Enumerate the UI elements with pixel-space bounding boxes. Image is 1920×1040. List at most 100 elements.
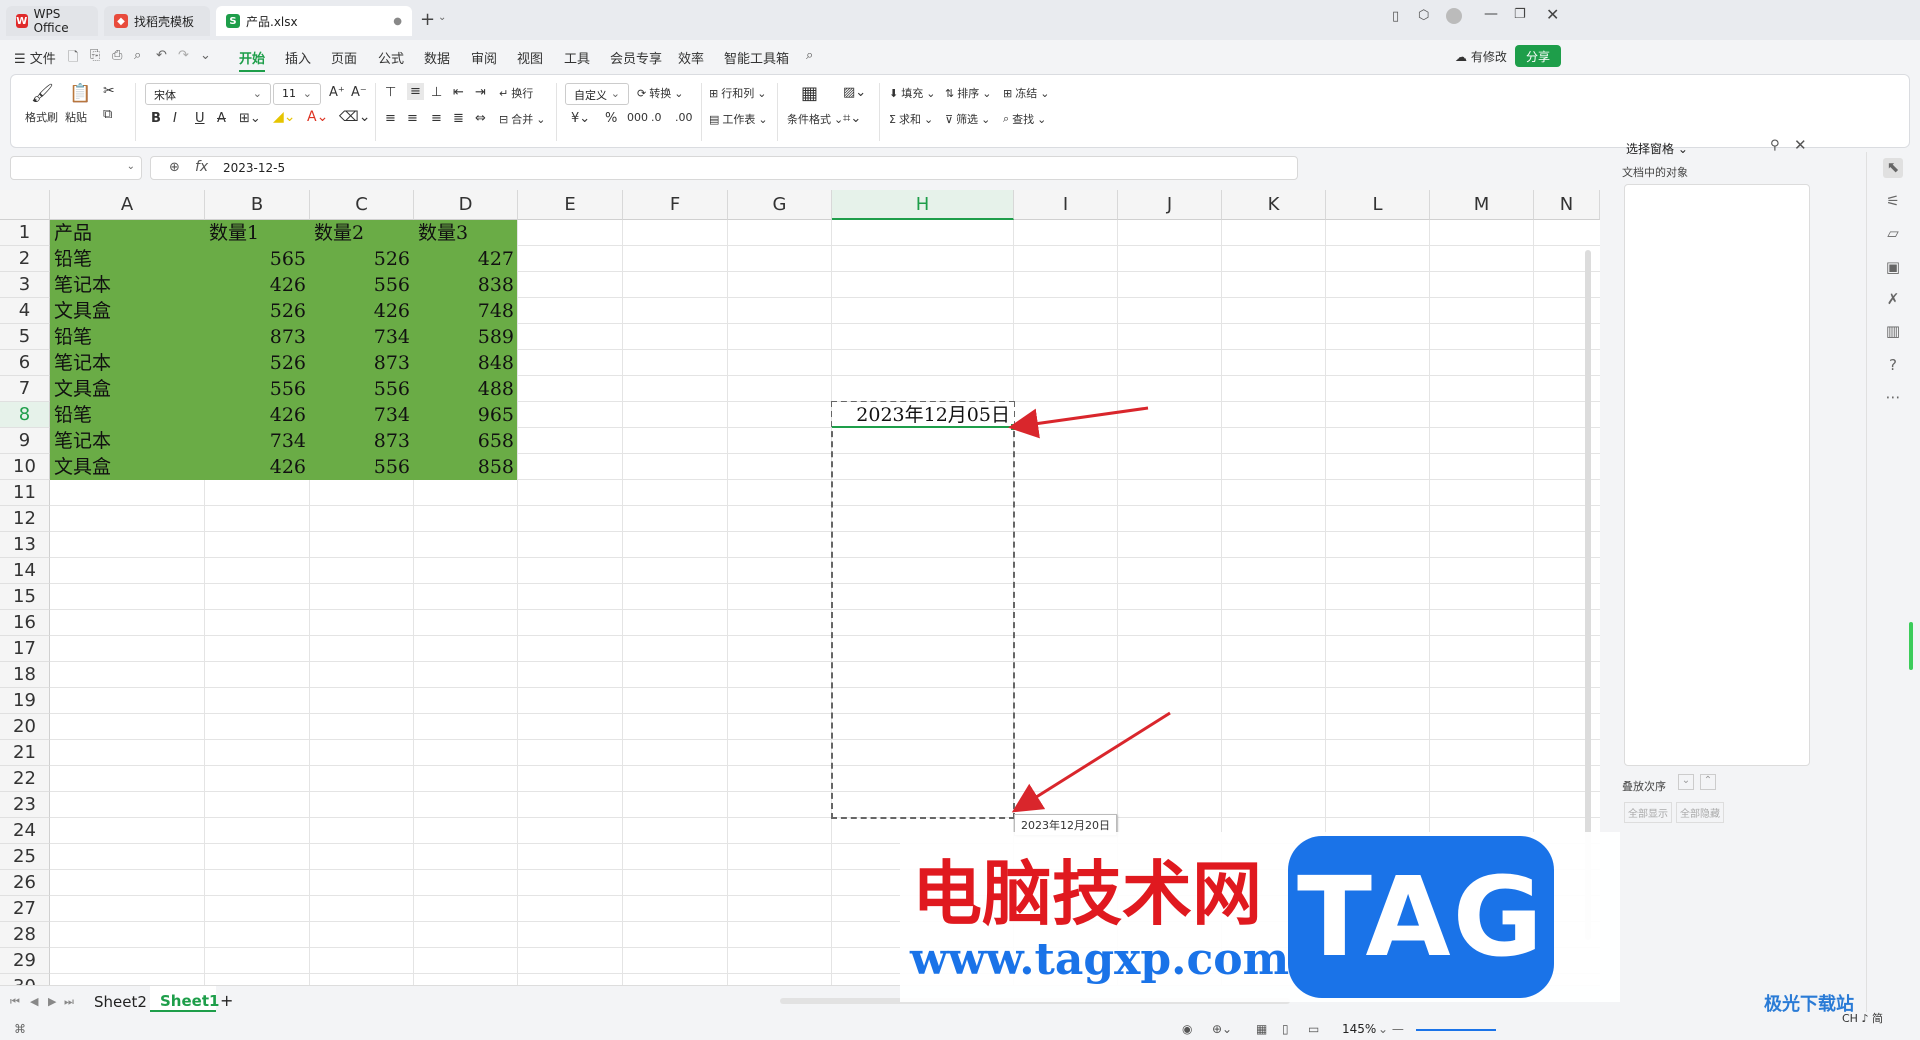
align-middle-icon[interactable]: ≡ — [407, 83, 424, 100]
table-style-icon[interactable]: ⌗⌄ — [843, 111, 861, 126]
menu-home[interactable]: 开始 — [239, 48, 266, 72]
table-cell[interactable]: 文具盒 — [54, 376, 205, 402]
bold-button[interactable]: B — [151, 111, 161, 126]
fill-color-icon[interactable]: ◢⌄ — [273, 109, 296, 125]
column-header-m[interactable]: M — [1430, 190, 1534, 220]
scroll-indicator[interactable] — [1909, 622, 1913, 670]
column-header-k[interactable]: K — [1222, 190, 1326, 220]
table-cell[interactable]: 556 — [310, 376, 414, 402]
paste-label[interactable]: 粘贴 — [65, 109, 87, 125]
decrease-decimal-icon[interactable]: .00 — [675, 111, 693, 124]
table-cell[interactable]: 426 — [205, 454, 310, 480]
cut-icon[interactable]: ✂ — [103, 83, 115, 99]
sheet-tab-sheet1[interactable]: Sheet1 — [160, 992, 219, 1010]
close-icon[interactable]: ✕ — [1546, 5, 1559, 24]
next-sheet-icon[interactable]: ▶ — [48, 995, 56, 1008]
zoom-out-icon[interactable]: ⌄ — — [1378, 1022, 1404, 1036]
number-format-select[interactable]: 自定义 ⌄ — [565, 83, 629, 105]
table-cell[interactable]: 848 — [414, 350, 518, 376]
undo-icon[interactable]: ↶ — [156, 48, 167, 63]
row-header-28[interactable]: 28 — [0, 922, 50, 948]
row-header-30[interactable]: 30 — [0, 974, 50, 985]
table-cell[interactable]: 873 — [310, 428, 414, 454]
italic-button[interactable]: I — [173, 111, 177, 126]
table-cell[interactable]: 488 — [414, 376, 518, 402]
row-header-15[interactable]: 15 — [0, 584, 50, 610]
fill-range-selection[interactable] — [831, 401, 1015, 819]
export-icon[interactable]: ⎘ — [90, 48, 100, 63]
table-cell[interactable]: 748 — [414, 298, 518, 324]
tools-icon[interactable]: ✗ — [1883, 290, 1903, 310]
align-center-icon[interactable]: ≡ — [407, 111, 418, 126]
cell-style-icon[interactable]: ▨⌄ — [843, 85, 866, 100]
menu-efficiency[interactable]: 效率 — [678, 48, 704, 67]
table-cell[interactable]: 426 — [205, 402, 310, 428]
menu-review[interactable]: 审阅 — [471, 48, 497, 67]
add-sheet-button[interactable]: + — [220, 991, 233, 1010]
currency-icon[interactable]: ¥⌄ — [571, 111, 590, 126]
show-all-button[interactable]: 全部显示 — [1624, 802, 1672, 823]
search-icon[interactable]: ⌕ — [806, 48, 813, 63]
clear-format-icon[interactable]: ⌫⌄ — [339, 109, 371, 125]
align-bottom-icon[interactable]: ⊥ — [431, 85, 442, 100]
row-header-8[interactable]: 8 — [0, 402, 50, 428]
hide-all-button[interactable]: 全部隐藏 — [1676, 802, 1724, 823]
increase-font-icon[interactable]: A⁺ — [329, 85, 345, 100]
row-header-25[interactable]: 25 — [0, 844, 50, 870]
close-pane-icon[interactable]: ✕ — [1794, 136, 1807, 154]
fill-handle[interactable] — [1011, 424, 1017, 430]
row-header-11[interactable]: 11 — [0, 480, 50, 506]
column-header-l[interactable]: L — [1326, 190, 1430, 220]
menu-tools[interactable]: 工具 — [564, 48, 590, 67]
table-cell[interactable]: 873 — [205, 324, 310, 350]
table-cell[interactable]: 734 — [310, 402, 414, 428]
table-header-cell[interactable]: 产品 — [54, 220, 205, 246]
row-col-button[interactable]: ⊞ 行和列 ⌄ — [709, 85, 766, 101]
column-header-h[interactable]: H — [832, 190, 1014, 220]
thousands-icon[interactable]: 000 — [627, 111, 648, 124]
layout-icon[interactable]: ▯ — [1392, 9, 1399, 24]
filter-button[interactable]: ⊽ 筛选 ⌄ — [945, 111, 990, 127]
row-header-16[interactable]: 16 — [0, 610, 50, 636]
table-cell[interactable]: 556 — [310, 272, 414, 298]
last-sheet-icon[interactable]: ⏭ — [64, 995, 74, 1009]
page-break-icon[interactable]: ▭ — [1308, 1022, 1319, 1036]
row-header-29[interactable]: 29 — [0, 948, 50, 974]
more-chevron-icon[interactable]: ⌄ — [200, 48, 211, 63]
table-cell[interactable]: 556 — [310, 454, 414, 480]
sort-button[interactable]: ⇅ 排序 ⌄ — [945, 85, 991, 101]
table-header-cell[interactable]: 数量1 — [209, 220, 310, 246]
table-cell[interactable]: 589 — [414, 324, 518, 350]
freeze-button[interactable]: ⊞ 冻结 ⌄ — [1003, 85, 1049, 101]
column-header-i[interactable]: I — [1014, 190, 1118, 220]
row-header-4[interactable]: 4 — [0, 298, 50, 324]
column-header-a[interactable]: A — [50, 190, 205, 220]
avatar[interactable] — [1446, 8, 1462, 24]
column-header-e[interactable]: E — [518, 190, 623, 220]
find-button[interactable]: ⌕ 查找 ⌄ — [1003, 111, 1046, 127]
paste-icon[interactable]: 📋 — [69, 83, 91, 104]
row-header-1[interactable]: 1 — [0, 220, 50, 246]
table-cell[interactable]: 734 — [205, 428, 310, 454]
comment-icon[interactable]: ▱ — [1883, 224, 1903, 244]
sliders-icon[interactable]: ⚟ — [1883, 192, 1903, 212]
file-menu[interactable]: ☰ 文件 — [14, 48, 56, 67]
formula-input[interactable]: ⊕ fx 2023-12-5 — [150, 156, 1298, 180]
table-cell[interactable]: 427 — [414, 246, 518, 272]
chevron-down-icon[interactable]: ⌄ — [127, 161, 135, 172]
cube-icon[interactable]: ⬡ — [1418, 8, 1429, 23]
percent-icon[interactable]: % — [605, 111, 617, 126]
align-top-icon[interactable]: ⊤ — [385, 85, 396, 100]
table-cell[interactable]: 铅笔 — [54, 246, 205, 272]
menu-page[interactable]: 页面 — [331, 48, 357, 67]
align-left-icon[interactable]: ≡ — [385, 111, 396, 126]
row-header-19[interactable]: 19 — [0, 688, 50, 714]
objects-list[interactable] — [1624, 184, 1810, 766]
underline-button[interactable]: U — [195, 111, 205, 126]
table-cell[interactable]: 铅笔 — [54, 324, 205, 350]
table-cell[interactable]: 笔记本 — [54, 428, 205, 454]
new-tab-icon[interactable]: + — [420, 9, 435, 30]
table-cell[interactable]: 565 — [205, 246, 310, 272]
table-cell[interactable]: 965 — [414, 402, 518, 428]
fx-icon[interactable]: fx — [195, 159, 208, 175]
